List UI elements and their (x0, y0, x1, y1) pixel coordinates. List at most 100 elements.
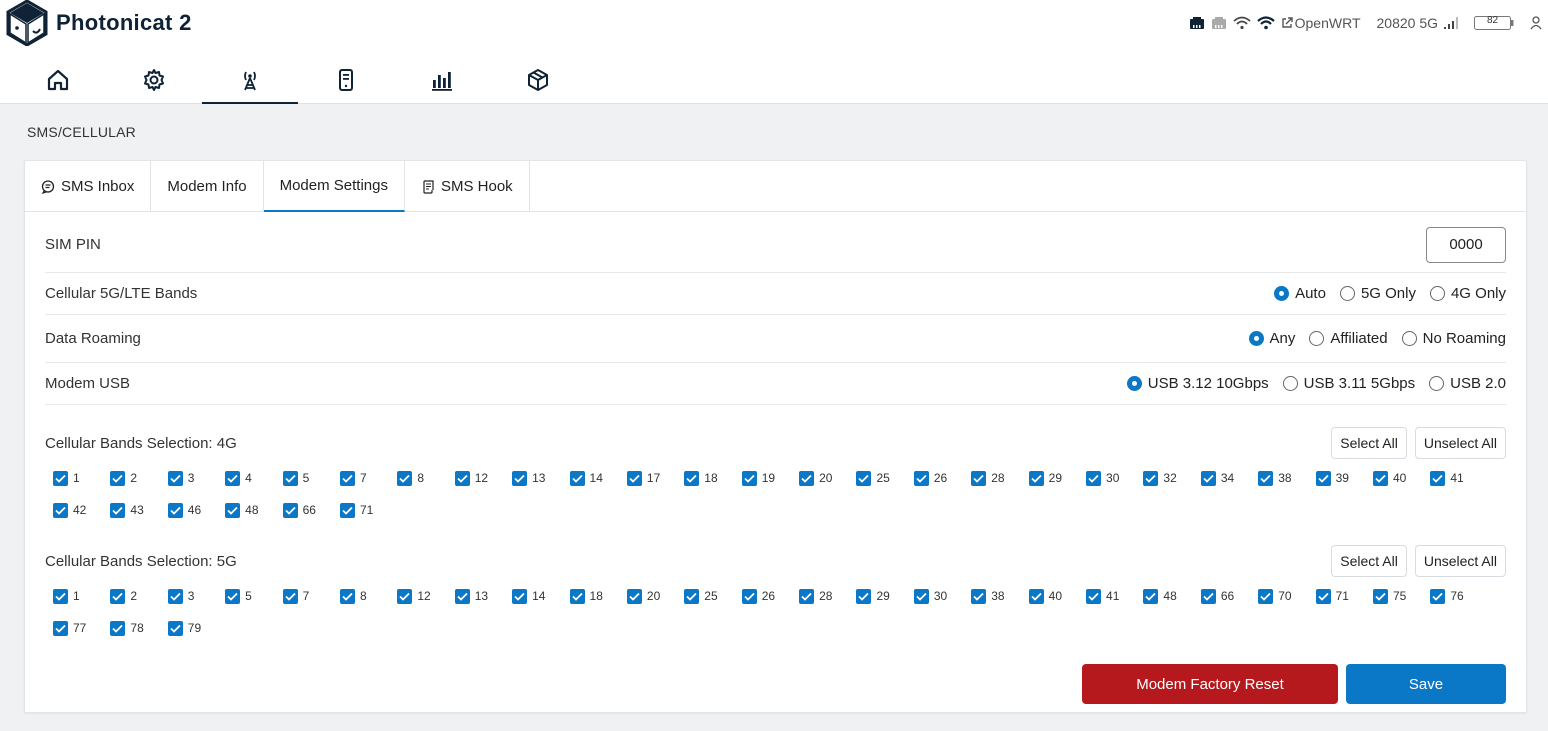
checkbox-checked-icon[interactable] (110, 588, 126, 604)
radio-dot[interactable] (1401, 331, 1417, 346)
checkbox-checked-icon[interactable] (799, 470, 815, 486)
bands-5g-checkbox[interactable]: 76 (1430, 587, 1487, 605)
checkbox-checked-icon[interactable] (282, 588, 298, 604)
bands-4g-checkbox[interactable]: 17 (626, 469, 684, 487)
checkbox-checked-icon[interactable] (167, 502, 183, 518)
bands-5g-checkbox[interactable]: 77 (53, 619, 110, 637)
roaming-option-0[interactable]: Any (1248, 330, 1295, 347)
bands-mode-option-1[interactable]: 5G Only (1339, 285, 1416, 302)
sim-pin-input[interactable] (1426, 226, 1506, 263)
radio-dot[interactable] (1339, 286, 1355, 301)
checkbox-checked-icon[interactable] (53, 620, 68, 636)
checkbox-checked-icon[interactable] (225, 588, 241, 604)
checkbox-checked-icon[interactable] (913, 588, 929, 604)
checkbox-checked-icon[interactable] (167, 620, 183, 636)
checkbox-checked-icon[interactable] (569, 588, 585, 604)
bands-5g-checkbox[interactable]: 66 (1200, 587, 1258, 605)
checkbox-checked-icon[interactable] (454, 470, 470, 486)
bands-4g-checkbox[interactable]: 3 (167, 469, 225, 487)
checkbox-checked-icon[interactable] (110, 620, 126, 636)
select-all-5g-button[interactable]: Select All (1331, 545, 1407, 577)
radio-dot[interactable] (1274, 286, 1290, 301)
usb-option-0[interactable]: USB 3.12 10Gbps (1126, 375, 1269, 392)
bands-4g-checkbox[interactable]: 38 (1258, 469, 1315, 487)
bands-5g-checkbox[interactable]: 7 (282, 587, 340, 605)
bands-4g-checkbox[interactable]: 2 (110, 469, 167, 487)
bands-5g-checkbox[interactable]: 78 (110, 619, 167, 637)
bands-5g-checkbox[interactable]: 3 (167, 587, 225, 605)
checkbox-checked-icon[interactable] (741, 588, 757, 604)
bands-5g-checkbox[interactable]: 5 (225, 587, 282, 605)
bands-4g-checkbox[interactable]: 42 (53, 501, 110, 519)
radio-dot[interactable] (1126, 376, 1142, 391)
bands-4g-checkbox[interactable]: 28 (971, 469, 1028, 487)
bands-5g-checkbox[interactable]: 13 (454, 587, 512, 605)
bands-5g-checkbox[interactable]: 28 (799, 587, 856, 605)
checkbox-checked-icon[interactable] (1028, 588, 1044, 604)
checkbox-checked-icon[interactable] (454, 588, 470, 604)
tab-sms-hook[interactable]: SMS Hook (405, 161, 530, 212)
checkbox-checked-icon[interactable] (1200, 470, 1216, 486)
bands-4g-checkbox[interactable]: 29 (1028, 469, 1086, 487)
checkbox-checked-icon[interactable] (1372, 588, 1388, 604)
checkbox-checked-icon[interactable] (1258, 470, 1274, 486)
bands-mode-option-0[interactable]: Auto (1274, 285, 1326, 302)
checkbox-checked-icon[interactable] (282, 502, 298, 518)
bands-4g-checkbox[interactable]: 30 (1086, 469, 1143, 487)
bands-4g-checkbox[interactable]: 4 (225, 469, 282, 487)
external-link-icon[interactable] (1281, 13, 1293, 33)
save-button[interactable]: Save (1346, 664, 1506, 704)
bands-5g-checkbox[interactable]: 12 (397, 587, 454, 605)
bands-4g-checkbox[interactable]: 41 (1430, 469, 1487, 487)
nav-cellular[interactable] (202, 56, 298, 104)
bands-5g-checkbox[interactable]: 41 (1086, 587, 1143, 605)
bands-mode-option-2[interactable]: 4G Only (1429, 285, 1506, 302)
bands-4g-checkbox[interactable]: 13 (512, 469, 569, 487)
checkbox-checked-icon[interactable] (53, 502, 68, 518)
bands-4g-checkbox[interactable]: 34 (1200, 469, 1258, 487)
checkbox-checked-icon[interactable] (1143, 470, 1159, 486)
bands-5g-checkbox[interactable]: 38 (971, 587, 1028, 605)
bands-4g-checkbox[interactable]: 7 (339, 469, 397, 487)
bands-5g-checkbox[interactable]: 70 (1258, 587, 1315, 605)
bands-4g-checkbox[interactable]: 48 (225, 501, 282, 519)
bands-5g-checkbox[interactable]: 30 (913, 587, 971, 605)
nav-stats[interactable] (394, 56, 490, 104)
checkbox-checked-icon[interactable] (512, 470, 528, 486)
bands-4g-checkbox[interactable]: 46 (167, 501, 225, 519)
radio-dot[interactable] (1282, 376, 1298, 391)
unselect-all-5g-button[interactable]: Unselect All (1414, 545, 1506, 577)
tab-sms-inbox[interactable]: SMS Inbox (25, 161, 152, 212)
bands-5g-checkbox[interactable]: 8 (339, 587, 397, 605)
bands-5g-checkbox[interactable]: 26 (741, 587, 799, 605)
checkbox-checked-icon[interactable] (1372, 470, 1388, 486)
bands-5g-checkbox[interactable]: 40 (1028, 587, 1086, 605)
checkbox-checked-icon[interactable] (53, 470, 68, 486)
usb-option-1[interactable]: USB 3.11 5Gbps (1282, 375, 1415, 392)
checkbox-checked-icon[interactable] (339, 588, 355, 604)
checkbox-checked-icon[interactable] (684, 470, 700, 486)
bands-4g-checkbox[interactable]: 25 (856, 469, 913, 487)
bands-4g-checkbox[interactable]: 39 (1315, 469, 1373, 487)
bands-5g-checkbox[interactable]: 14 (512, 587, 569, 605)
bands-5g-checkbox[interactable]: 48 (1143, 587, 1200, 605)
tab-modem-info[interactable]: Modem Info (151, 161, 264, 212)
nav-home[interactable] (10, 56, 106, 104)
bands-4g-checkbox[interactable]: 12 (454, 469, 512, 487)
checkbox-checked-icon[interactable] (971, 470, 987, 486)
nav-device[interactable] (298, 56, 394, 104)
checkbox-checked-icon[interactable] (512, 588, 528, 604)
checkbox-checked-icon[interactable] (913, 470, 929, 486)
checkbox-checked-icon[interactable] (53, 588, 68, 604)
bands-4g-checkbox[interactable]: 66 (282, 501, 340, 519)
bands-4g-checkbox[interactable]: 26 (913, 469, 971, 487)
checkbox-checked-icon[interactable] (1200, 588, 1216, 604)
checkbox-checked-icon[interactable] (225, 502, 241, 518)
checkbox-checked-icon[interactable] (741, 470, 757, 486)
checkbox-checked-icon[interactable] (1258, 588, 1274, 604)
checkbox-checked-icon[interactable] (110, 470, 126, 486)
checkbox-checked-icon[interactable] (167, 470, 183, 486)
checkbox-checked-icon[interactable] (799, 588, 815, 604)
user-icon[interactable] (1530, 13, 1542, 33)
checkbox-checked-icon[interactable] (1315, 588, 1331, 604)
